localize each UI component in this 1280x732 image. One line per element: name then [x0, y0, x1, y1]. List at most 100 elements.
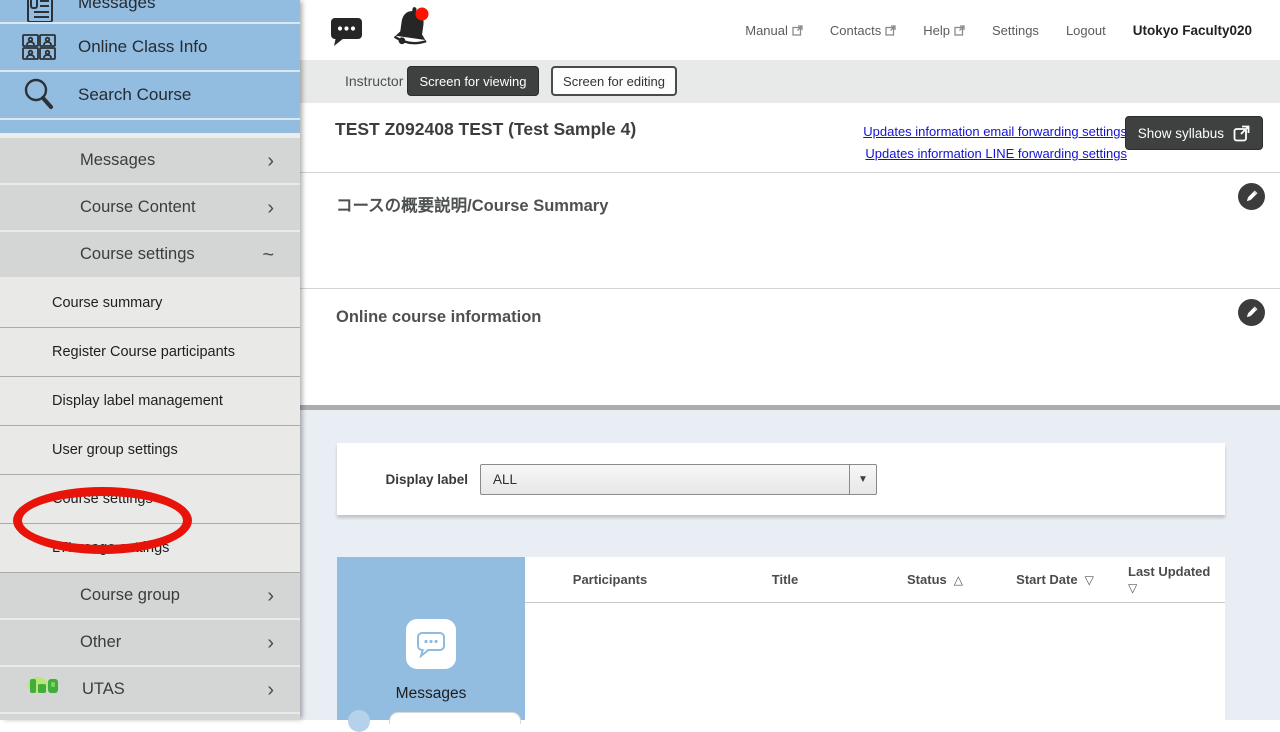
submenu-label: Display label management	[52, 393, 223, 409]
utas-logo-icon	[26, 675, 62, 704]
sidebar-group-course-settings[interactable]: Course settings ~	[0, 232, 300, 279]
chevron-right-icon: ›	[267, 586, 274, 606]
caret-down-icon: ▼	[858, 474, 868, 485]
chat-bubble-icon[interactable]	[330, 15, 364, 52]
sidebar-item-course-summary[interactable]: Course summary	[0, 279, 300, 328]
submenu-label: Course settings	[52, 491, 153, 507]
course-title: TEST Z092408 TEST (Test Sample 4)	[335, 119, 636, 140]
column-header-title: Title	[695, 557, 875, 602]
sort-descending-icon[interactable]: ▽	[1128, 580, 1225, 597]
edit-course-summary-button[interactable]	[1238, 183, 1265, 210]
lower-content-area: Display label ALL ▼	[300, 410, 1280, 720]
role-label: Instructor	[345, 73, 403, 89]
pencil-icon	[1244, 189, 1259, 204]
sidebar-item-label: Messages	[78, 0, 155, 13]
people-grid-icon	[20, 32, 58, 62]
messages-panel-label: Messages	[337, 685, 525, 703]
column-label: Last Updated	[1128, 564, 1210, 579]
partial-avatar-circle	[348, 710, 370, 732]
display-label-filter-panel: Display label ALL ▼	[337, 443, 1225, 515]
course-title-bar: TEST Z092408 TEST (Test Sample 4) Update…	[300, 103, 1280, 172]
top-nav: Manual Contacts Help Settings Logout Uto…	[745, 0, 1252, 60]
sidebar-group-other[interactable]: Other ›	[0, 620, 300, 667]
edit-online-course-info-button[interactable]	[1238, 299, 1265, 326]
menu-label: Course settings	[80, 245, 195, 264]
nav-help[interactable]: Help	[923, 23, 965, 38]
sidebar-spacer	[0, 120, 300, 133]
username: Utokyo Faculty020	[1133, 23, 1252, 38]
line-forwarding-settings-link[interactable]: Updates information LINE forwarding sett…	[863, 143, 1127, 165]
sidebar: Messages Online Class Info Search Course	[0, 0, 300, 720]
partial-search-field[interactable]	[389, 712, 521, 724]
sidebar-group-messages[interactable]: Messages ›	[0, 138, 300, 185]
course-summary-section: コースの概要説明/Course Summary	[300, 172, 1280, 288]
chevron-right-icon: ›	[267, 198, 274, 218]
sidebar-item-course-settings[interactable]: Course settings	[0, 475, 300, 524]
column-label: Status	[907, 572, 947, 587]
chevron-right-icon: ›	[267, 633, 274, 653]
show-syllabus-label: Show syllabus	[1138, 126, 1224, 141]
show-syllabus-button[interactable]: Show syllabus	[1125, 116, 1263, 150]
sort-descending-icon[interactable]: ▽	[1085, 573, 1094, 587]
chevron-right-icon: ›	[267, 151, 274, 171]
sidebar-item-label: Online Class Info	[78, 37, 207, 57]
submenu-label: LTI usage settings	[52, 540, 169, 556]
tab-bar: Instructor Screen for viewing Screen for…	[300, 60, 1280, 103]
chat-bubble-icon	[406, 619, 456, 669]
sidebar-item-lti-usage-settings[interactable]: LTI usage settings	[0, 524, 300, 573]
nav-label: Help	[923, 23, 950, 38]
tab-screen-for-editing[interactable]: Screen for editing	[551, 66, 677, 96]
external-link-icon	[885, 25, 896, 36]
menu-label: Course group	[80, 586, 180, 605]
email-forwarding-settings-link[interactable]: Updates information email forwarding set…	[863, 121, 1127, 143]
sidebar-item-online-class-info[interactable]: Online Class Info	[0, 24, 300, 72]
display-label-text: Display label	[337, 472, 468, 487]
top-header: Manual Contacts Help Settings Logout Uto…	[300, 0, 1280, 60]
messages-table-panel: Messages Participants Title Status △ Sta…	[337, 557, 1225, 720]
sidebar-group-course-group[interactable]: Course group ›	[0, 573, 300, 620]
external-link-icon	[954, 25, 965, 36]
external-link-icon	[1233, 125, 1250, 142]
sidebar-item-messages-top[interactable]: Messages	[0, 0, 300, 24]
tab-screen-for-viewing[interactable]: Screen for viewing	[407, 66, 539, 96]
column-label: Title	[772, 572, 799, 587]
nav-settings[interactable]: Settings	[992, 23, 1039, 38]
messages-panel-tab[interactable]: Messages	[337, 557, 525, 720]
submenu-label: Course summary	[52, 295, 162, 311]
nav-label: Contacts	[830, 23, 881, 38]
column-label: Start Date	[1016, 572, 1077, 587]
pencil-icon	[1244, 305, 1259, 320]
nav-label: Manual	[745, 23, 788, 38]
main-content: Manual Contacts Help Settings Logout Uto…	[300, 0, 1280, 720]
select-arrow-button[interactable]: ▼	[849, 465, 876, 494]
submenu-label: User group settings	[52, 442, 178, 458]
nav-manual[interactable]: Manual	[745, 23, 803, 38]
sidebar-item-label: Search Course	[78, 85, 191, 105]
nav-contacts[interactable]: Contacts	[830, 23, 896, 38]
menu-label: Course Content	[80, 198, 196, 217]
sidebar-item-user-group-settings[interactable]: User group settings	[0, 426, 300, 475]
selected-option: ALL	[493, 472, 517, 487]
menu-label: Other	[80, 633, 121, 652]
column-header-status: Status △	[875, 557, 995, 602]
online-course-info-section: Online course information	[300, 288, 1280, 405]
sort-ascending-icon[interactable]: △	[954, 573, 963, 587]
column-header-participants: Participants	[525, 557, 695, 602]
sidebar-group-course-content[interactable]: Course Content ›	[0, 185, 300, 232]
table-header-row: Participants Title Status △ Start Date ▽…	[525, 557, 1225, 603]
nav-logout[interactable]: Logout	[1066, 23, 1106, 38]
chevron-right-icon: ›	[267, 680, 274, 700]
menu-label: Messages	[80, 151, 155, 170]
section-heading: コースの概要説明/Course Summary	[336, 192, 608, 216]
column-label: Participants	[573, 572, 647, 587]
nav-label: Settings	[992, 23, 1039, 38]
bell-notification-icon[interactable]	[392, 5, 432, 56]
sidebar-item-display-label-management[interactable]: Display label management	[0, 377, 300, 426]
menu-label: UTAS	[82, 680, 125, 699]
sidebar-item-search-course[interactable]: Search Course	[0, 72, 300, 120]
notepad-icon	[20, 0, 58, 24]
display-label-select[interactable]: ALL ▼	[480, 464, 877, 495]
sidebar-group-utas[interactable]: UTAS ›	[0, 667, 300, 714]
sidebar-item-register-course-participants[interactable]: Register Course participants	[0, 328, 300, 377]
external-link-icon	[792, 25, 803, 36]
